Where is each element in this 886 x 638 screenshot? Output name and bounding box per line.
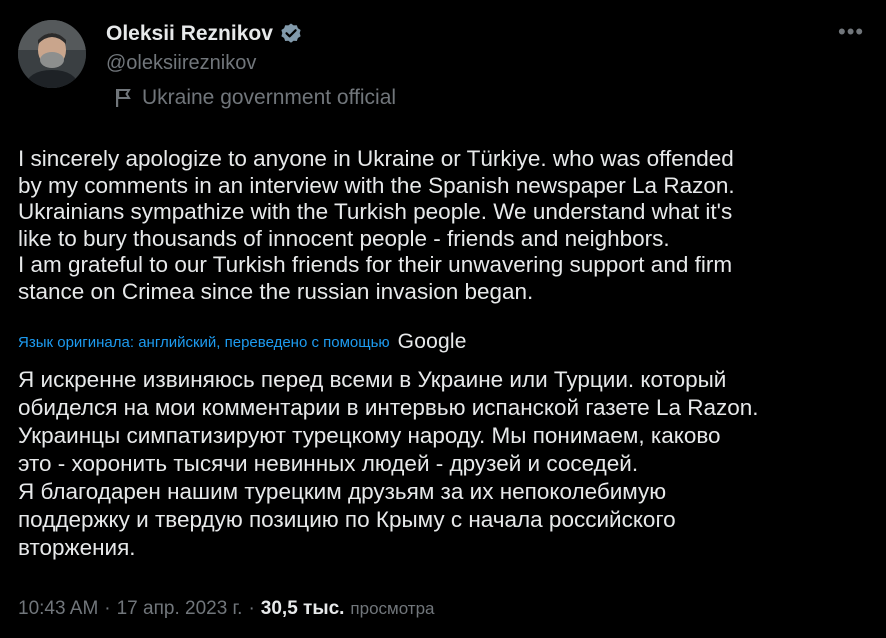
- flag-icon: [114, 87, 132, 109]
- translation-attribution: Язык оригинала: английский, переведено с…: [18, 330, 467, 354]
- affiliation-label: Ukraine government official: [114, 86, 396, 110]
- affiliation-text: Ukraine government official: [142, 86, 397, 109]
- author-avatar[interactable]: [18, 20, 86, 88]
- views-count[interactable]: 30,5 тыс.: [261, 598, 345, 620]
- verified-badge-icon[interactable]: [279, 22, 303, 46]
- tweet-text: I sincerely apologize to anyone in Ukrai…: [18, 146, 735, 304]
- meta-separator: ·: [104, 598, 111, 619]
- more-options-icon[interactable]: •••: [838, 21, 864, 43]
- tweet-time[interactable]: 10:43 AM: [18, 598, 98, 620]
- translation-note-link[interactable]: Язык оригинала: английский, переведено с…: [18, 334, 390, 351]
- google-logo: Google: [397, 330, 467, 353]
- author-name-row[interactable]: Oleksii Reznikov: [106, 22, 303, 46]
- views-label: просмотра: [350, 599, 435, 618]
- tweet-meta: 10:43 AM · 17 апр. 2023 г. · 30,5 тыс. п…: [18, 598, 435, 620]
- author-handle[interactable]: @oleksiireznikov: [106, 52, 256, 75]
- translated-text: Я искренне извиняюсь перед всеми в Украи…: [18, 367, 759, 560]
- meta-separator: ·: [248, 598, 255, 619]
- author-name[interactable]: Oleksii Reznikov: [106, 22, 273, 46]
- tweet-date[interactable]: 17 апр. 2023 г.: [117, 598, 243, 620]
